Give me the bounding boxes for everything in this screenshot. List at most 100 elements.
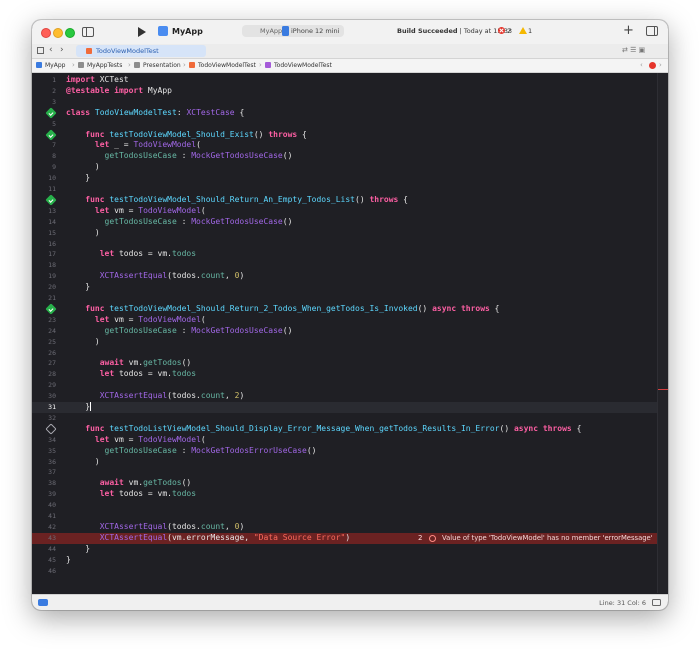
source-editor[interactable]: 1 import XCTest 2 @testable import MyApp 3… bbox=[32, 73, 668, 593]
line-number: 38 bbox=[48, 479, 56, 488]
code-line[interactable]: XCTAssertEqual(todos.count, 0) bbox=[66, 271, 245, 282]
issue-icon[interactable] bbox=[649, 62, 656, 69]
tab-todo-view-model-test[interactable]: TodoViewModelTest bbox=[76, 45, 206, 57]
code-line[interactable]: XCTAssertEqual(todos.count, 2) bbox=[66, 391, 245, 402]
forward-icon[interactable]: › bbox=[60, 45, 64, 55]
back-icon[interactable]: ‹ bbox=[49, 45, 53, 55]
xcode-window: MyApp MyApp iPhone 12 mini Build Succeed… bbox=[32, 20, 668, 610]
error-count[interactable]: 2 bbox=[507, 27, 511, 35]
test-not-run-icon[interactable] bbox=[45, 423, 57, 435]
scheme-name[interactable]: MyApp bbox=[260, 27, 282, 35]
app-name: MyApp bbox=[172, 27, 203, 36]
breadcrumb-item-project[interactable]: MyApp bbox=[45, 62, 65, 69]
code-line[interactable]: getTodosUseCase : MockGetTodosUseCase() bbox=[66, 151, 293, 162]
folder-icon bbox=[78, 62, 84, 68]
line-number: 13 bbox=[48, 206, 56, 215]
code-line[interactable]: let todos = vm.todos bbox=[66, 249, 196, 260]
code-line[interactable]: await vm.getTodos() bbox=[66, 478, 192, 489]
error-icon[interactable] bbox=[498, 27, 505, 34]
line-number: 27 bbox=[48, 359, 56, 368]
console-icon[interactable] bbox=[652, 599, 661, 606]
code-line[interactable]: let vm = TodoViewModel( bbox=[66, 206, 206, 217]
app-icon bbox=[158, 26, 168, 36]
error-icon[interactable] bbox=[429, 534, 436, 542]
test-passed-icon[interactable] bbox=[45, 194, 57, 206]
debug-area-toggle-icon[interactable] bbox=[38, 599, 48, 606]
line-number: 31 bbox=[48, 403, 56, 411]
line-number: 43 bbox=[48, 533, 56, 542]
line-number: 5 bbox=[52, 119, 56, 128]
line-number: 45 bbox=[48, 555, 56, 564]
vertical-scrollbar[interactable] bbox=[657, 73, 668, 593]
zoom-window-button[interactable] bbox=[65, 28, 75, 38]
line-number: 7 bbox=[52, 141, 56, 150]
breadcrumb-item-class[interactable]: TodoViewModelTest bbox=[274, 62, 332, 69]
error-marker bbox=[658, 389, 668, 390]
title-bar: MyApp MyApp iPhone 12 mini Build Succeed… bbox=[32, 20, 668, 45]
code-line[interactable]: func testTodoViewModel_Should_Return_2_T… bbox=[66, 304, 499, 315]
inspector-toggle-icon[interactable] bbox=[646, 26, 658, 36]
code-line[interactable]: let _ = TodoViewModel( bbox=[66, 140, 201, 151]
code-line[interactable]: } bbox=[66, 282, 90, 293]
text-cursor bbox=[90, 402, 92, 411]
breadcrumb: MyApp › MyAppTests › Presentation › Todo… bbox=[32, 59, 668, 73]
code-line[interactable]: ) bbox=[66, 228, 100, 239]
code-line[interactable]: await vm.getTodos() bbox=[66, 358, 192, 369]
line-number: 8 bbox=[52, 152, 56, 161]
code-line[interactable]: @testable import MyApp bbox=[66, 86, 172, 97]
warning-count[interactable]: 1 bbox=[528, 27, 532, 35]
related-items-icon[interactable] bbox=[37, 47, 44, 54]
code-line[interactable]: let todos = vm.todos bbox=[66, 369, 196, 380]
line-number: 32 bbox=[48, 413, 56, 422]
error-message[interactable]: Value of type 'TodoViewModel' has no mem… bbox=[442, 533, 653, 544]
line-number: 29 bbox=[48, 381, 56, 390]
line-number: 28 bbox=[48, 370, 56, 379]
code-line[interactable]: getTodosUseCase : MockGetTodosErrorUseCa… bbox=[66, 446, 317, 457]
breadcrumb-item-tests[interactable]: MyAppTests bbox=[87, 62, 122, 69]
code-line[interactable]: } bbox=[66, 173, 90, 184]
code-line[interactable]: class TodoViewModelTest: XCTestCase { bbox=[66, 108, 244, 119]
warning-icon[interactable] bbox=[519, 27, 527, 34]
test-passed-icon[interactable] bbox=[45, 128, 57, 141]
code-line[interactable]: } bbox=[66, 544, 90, 555]
add-library-icon[interactable]: + bbox=[623, 23, 634, 38]
error-line[interactable]: 43 XCTAssertEqual(vm.errorMessage, "Data… bbox=[32, 532, 668, 544]
chevron-right-icon[interactable]: › bbox=[659, 61, 662, 69]
line-number: 34 bbox=[48, 435, 56, 444]
code-line[interactable]: import XCTest bbox=[66, 75, 129, 86]
editor-options-icons[interactable]: ⇄ ☰ ▣ bbox=[622, 46, 645, 54]
current-line[interactable]: 31 } bbox=[32, 402, 668, 413]
code-line[interactable]: XCTAssertEqual(todos.count, 0) bbox=[66, 522, 245, 533]
swift-file-icon bbox=[189, 62, 195, 68]
code-line[interactable]: let vm = TodoViewModel( bbox=[66, 315, 206, 326]
test-passed-icon[interactable] bbox=[45, 303, 57, 315]
line-number: 26 bbox=[48, 348, 56, 357]
close-window-button[interactable] bbox=[41, 28, 51, 38]
issue-count[interactable]: 2 bbox=[418, 533, 422, 544]
line-number: 11 bbox=[48, 185, 56, 193]
breadcrumb-item-presentation[interactable]: Presentation bbox=[143, 62, 181, 69]
code-line[interactable]: ) bbox=[66, 457, 100, 468]
chevron-left-icon[interactable]: ‹ bbox=[640, 61, 643, 69]
code-line[interactable]: let vm = TodoViewModel( bbox=[66, 435, 206, 446]
line-number: 30 bbox=[48, 392, 56, 401]
run-destination[interactable]: iPhone 12 mini bbox=[291, 27, 339, 35]
code-line[interactable]: getTodosUseCase : MockGetTodosUseCase() bbox=[66, 326, 293, 337]
run-icon[interactable] bbox=[138, 27, 146, 37]
minimize-window-button[interactable] bbox=[53, 28, 63, 38]
code-line[interactable]: func testTodoViewModel_Should_Return_An_… bbox=[66, 195, 408, 206]
navigator-toggle-icon[interactable] bbox=[82, 27, 94, 37]
line-number: 10 bbox=[48, 174, 56, 183]
breadcrumb-item-file[interactable]: TodoViewModelTest bbox=[198, 62, 256, 69]
code-line[interactable]: ) bbox=[66, 162, 100, 173]
code-line[interactable]: getTodosUseCase : MockGetTodosUseCase() bbox=[66, 217, 293, 228]
code-line[interactable]: func testTodoViewModel_Should_Exist() th… bbox=[66, 130, 307, 141]
code-line[interactable]: let todos = vm.todos bbox=[66, 489, 196, 500]
code-line[interactable]: XCTAssertEqual(vm.errorMessage, "Data So… bbox=[66, 533, 350, 544]
test-passed-icon[interactable] bbox=[45, 107, 57, 119]
code-line[interactable]: ) bbox=[66, 337, 100, 348]
code-line[interactable]: } bbox=[66, 555, 71, 566]
code-line[interactable]: } bbox=[66, 402, 92, 413]
code-line[interactable]: func testTodoListViewModel_Should_Displa… bbox=[66, 424, 581, 435]
line-number: 1 bbox=[52, 76, 56, 84]
